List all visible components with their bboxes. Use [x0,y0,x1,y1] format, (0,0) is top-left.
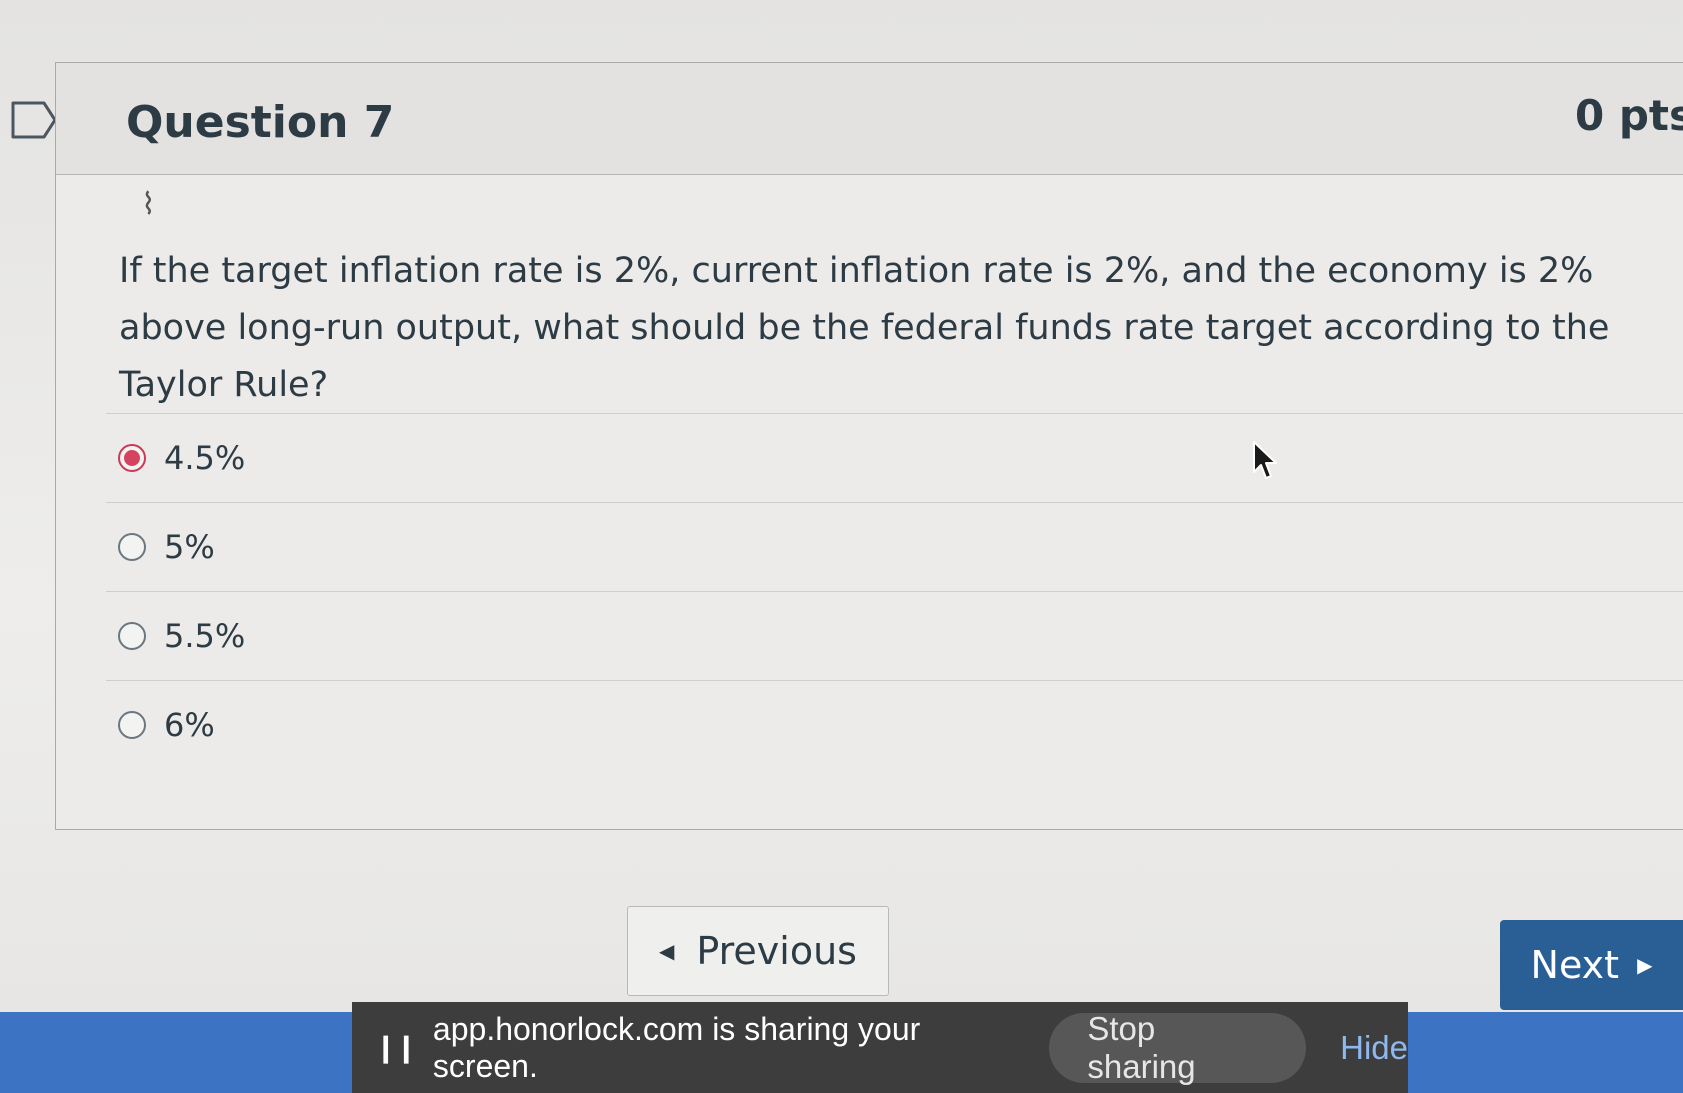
answer-label: 6% [164,706,215,744]
answer-option-1[interactable]: 4.5% [106,413,1683,502]
answer-list: 4.5% 5% 5.5% 6% [106,413,1683,769]
pen-mark: ⌇ [141,187,156,222]
radio-unselected[interactable] [118,533,146,561]
question-points: 0 pts [1575,91,1683,140]
hide-button[interactable]: Hide [1340,1029,1408,1067]
answer-option-4[interactable]: 6% [106,680,1683,769]
next-button-label: Next [1530,943,1620,987]
pause-icon: ❙❙ [374,1031,418,1064]
answer-label: 5.5% [164,617,246,655]
answer-option-3[interactable]: 5.5% [106,591,1683,680]
previous-button-label: Previous [696,929,857,973]
flag-question-icon[interactable] [10,100,58,140]
mouse-cursor-icon [1253,441,1277,479]
caret-right-icon: ▶ [1637,953,1653,977]
previous-button[interactable]: ◀ Previous [627,906,889,996]
screen-share-message: app.honorlock.com is sharing your screen… [432,1010,921,1084]
radio-selected[interactable] [118,444,146,472]
radio-unselected[interactable] [118,711,146,739]
caret-left-icon: ◀ [659,939,675,963]
answer-label: 5% [164,528,215,566]
question-header: Question 7 0 pts [56,63,1683,175]
answer-label: 4.5% [164,439,246,477]
next-button[interactable]: Next ▶ [1500,920,1683,1010]
radio-unselected[interactable] [118,622,146,650]
question-text: If the target inflation rate is 2%, curr… [119,251,1610,405]
screen-share-bar: ❙❙ app.honorlock.com is sharing your scr… [352,1002,1408,1093]
question-card: Question 7 0 pts ⌇ If the target inflati… [55,62,1683,830]
answer-option-2[interactable]: 5% [106,502,1683,591]
stop-sharing-button[interactable]: Stop sharing [1049,1010,1307,1085]
question-title: Question 7 [126,97,395,148]
